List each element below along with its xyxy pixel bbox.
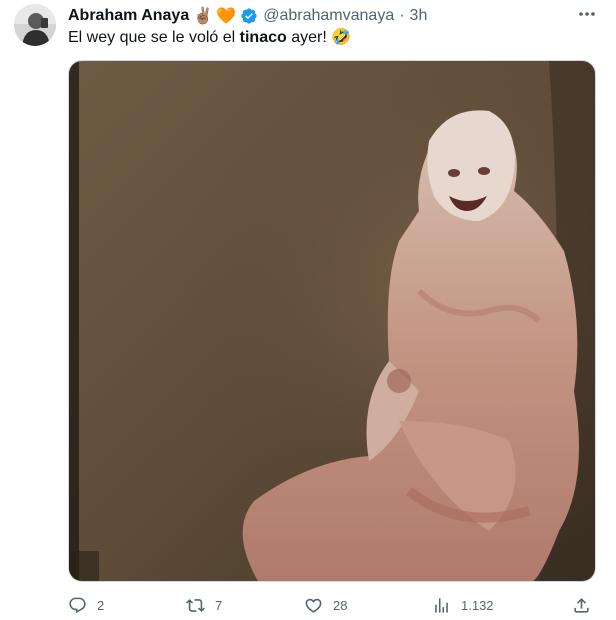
share-button[interactable] xyxy=(572,594,591,616)
tweet-text-bold: tinaco xyxy=(239,29,287,46)
tweet-header: Abraham Anaya ✌🏽 🧡 @abrahamvanaya · 3h xyxy=(68,5,576,27)
user-handle[interactable]: @abrahamvanaya xyxy=(263,7,394,25)
tweet: Abraham Anaya ✌🏽 🧡 @abrahamvanaya · 3h E… xyxy=(0,0,616,620)
repost-count: 7 xyxy=(215,597,223,613)
like-count: 28 xyxy=(333,597,348,613)
verified-badge-icon[interactable] xyxy=(240,7,258,25)
repost-button[interactable]: 7 xyxy=(186,594,222,616)
reply-count: 2 xyxy=(97,597,105,613)
tweet-text: El wey que se le voló el tinaco ayer! 🤣 xyxy=(68,28,596,48)
avatar-image xyxy=(14,4,56,46)
more-icon[interactable] xyxy=(576,6,598,22)
share-icon xyxy=(574,597,589,613)
reply-button[interactable]: 2 xyxy=(68,594,104,616)
display-name[interactable]: Abraham Anaya xyxy=(68,7,189,25)
repost-icon xyxy=(186,598,205,612)
action-bar: 2 7 28 1.132 xyxy=(68,594,596,616)
tweet-text-part: El wey que se le voló el xyxy=(68,29,240,46)
like-icon xyxy=(305,598,322,613)
views-icon xyxy=(435,597,448,613)
tweet-media-image[interactable] xyxy=(68,60,596,582)
views-count: 1.132 xyxy=(461,597,494,613)
rolling-laughing-emoji: 🤣 xyxy=(331,29,352,46)
views-button[interactable]: 1.132 xyxy=(432,594,494,616)
orange-heart-emoji: 🧡 xyxy=(216,8,237,25)
media-picture xyxy=(69,61,595,581)
like-button[interactable]: 28 xyxy=(304,594,347,616)
timestamp[interactable]: 3h xyxy=(410,7,428,25)
avatar[interactable] xyxy=(14,4,56,46)
separator-dot: · xyxy=(399,7,405,24)
tweet-text-part: ayer! xyxy=(286,29,332,46)
reply-icon xyxy=(69,597,86,613)
victory-hand-emoji: ✌🏽 xyxy=(193,8,214,25)
